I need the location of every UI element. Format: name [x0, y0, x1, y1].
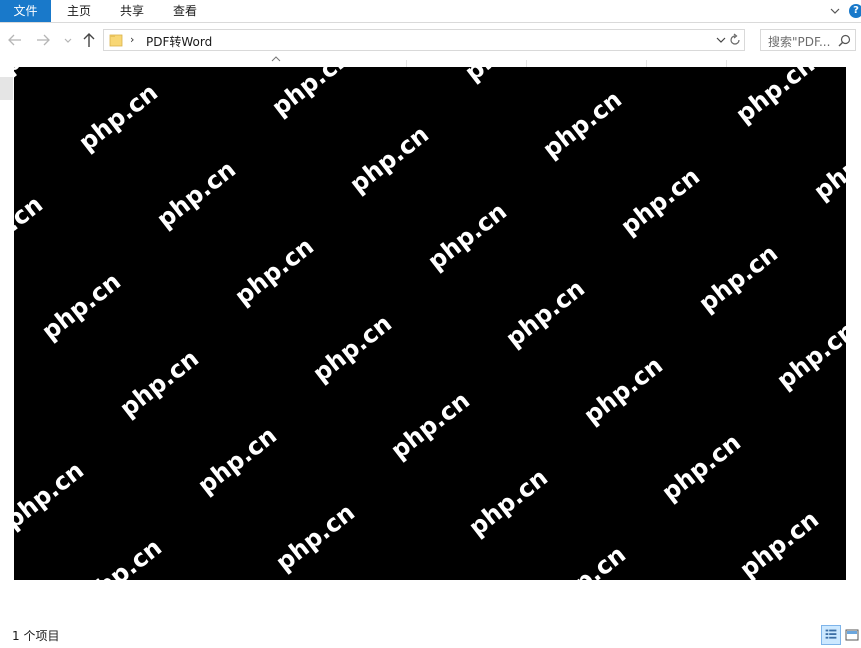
watermark-text: php.cn: [385, 386, 475, 465]
watermark-text: php.cn: [344, 120, 434, 199]
watermark-text: php.cn: [615, 162, 705, 241]
watermark-text: php.cn: [229, 232, 319, 311]
watermark-text: php.cn: [808, 127, 846, 206]
navigation-pane-edge: [0, 77, 13, 100]
watermark-text: php.cn: [730, 67, 820, 129]
chevron-down-icon[interactable]: [715, 34, 727, 46]
watermark-text: php.cn: [192, 421, 282, 500]
watermark-text: php.cn: [537, 85, 627, 164]
item-count: 1 个项目: [12, 627, 59, 644]
watermark-text: php.cn: [734, 505, 824, 580]
column-header: [0, 60, 861, 67]
watermark-text: php.cn: [36, 267, 126, 346]
watermark-text: php.cn: [541, 540, 631, 580]
watermark-text: php.cn: [578, 351, 668, 430]
column-divider[interactable]: [406, 60, 407, 67]
forward-arrow-icon[interactable]: [34, 31, 52, 49]
column-divider[interactable]: [526, 60, 527, 67]
watermark-text: php.cn: [266, 67, 356, 122]
tab-home[interactable]: 主页: [57, 0, 101, 22]
watermark-text: php.cn: [73, 78, 163, 157]
breadcrumb-separator[interactable]: ›: [130, 33, 134, 46]
folder-icon: [109, 33, 123, 47]
watermark-text: php.cn: [422, 197, 512, 276]
expand-ribbon-icon[interactable]: [829, 4, 841, 18]
tab-file[interactable]: 文件: [0, 0, 51, 22]
column-divider[interactable]: [646, 60, 647, 67]
watermark-text: php.cn: [77, 533, 167, 580]
search-input[interactable]: 搜索"PDF...: [768, 33, 830, 50]
watermark-text: php.cn: [270, 498, 360, 577]
details-view-icon[interactable]: [821, 625, 841, 645]
refresh-icon[interactable]: [728, 33, 742, 47]
watermark-text: php.cn: [771, 316, 846, 395]
recent-locations-icon[interactable]: [62, 31, 74, 49]
ribbon-tabs: 文件 主页 共享 查看 ?: [0, 0, 861, 23]
file-explorer-window: 文件 主页 共享 查看 ? › PD: [0, 0, 861, 648]
watermark-text: php.cn: [500, 274, 590, 353]
watermark-text: php.cn: [307, 309, 397, 388]
tab-view[interactable]: 查看: [163, 0, 207, 22]
watermark-text: php.cn: [14, 190, 48, 269]
large-icons-view-icon[interactable]: [844, 625, 861, 645]
watermark-text: php.cn: [463, 463, 553, 542]
search-box[interactable]: 搜索"PDF...: [760, 29, 856, 51]
up-arrow-icon[interactable]: [80, 31, 98, 49]
watermark-text: php.cn: [14, 67, 85, 80]
back-arrow-icon[interactable]: [6, 31, 24, 49]
watermark-text: php.cn: [14, 456, 89, 535]
help-icon[interactable]: ?: [849, 4, 861, 18]
watermark-text: php.cn: [151, 155, 241, 234]
column-divider[interactable]: [726, 60, 727, 67]
watermark-text: php.cn: [693, 239, 783, 318]
image-preview: php.cnphp.cnphp.cnphp.cnphp.cnphp.cnphp.…: [14, 67, 846, 580]
search-icon[interactable]: [838, 34, 851, 47]
sort-caret-icon: [271, 55, 281, 62]
status-bar: 1 个项目: [0, 622, 861, 648]
tab-share[interactable]: 共享: [110, 0, 154, 22]
watermark-text: php.cn: [114, 344, 204, 423]
watermark-text: php.cn: [656, 428, 746, 507]
watermark-layer: php.cnphp.cnphp.cnphp.cnphp.cnphp.cnphp.…: [14, 67, 846, 580]
watermark-text: php.cn: [459, 67, 549, 87]
navigation-bar: › PDF转Word 搜索"PDF...: [0, 23, 861, 60]
breadcrumb-current-folder[interactable]: PDF转Word: [146, 33, 212, 50]
address-bar[interactable]: › PDF转Word: [103, 29, 745, 51]
